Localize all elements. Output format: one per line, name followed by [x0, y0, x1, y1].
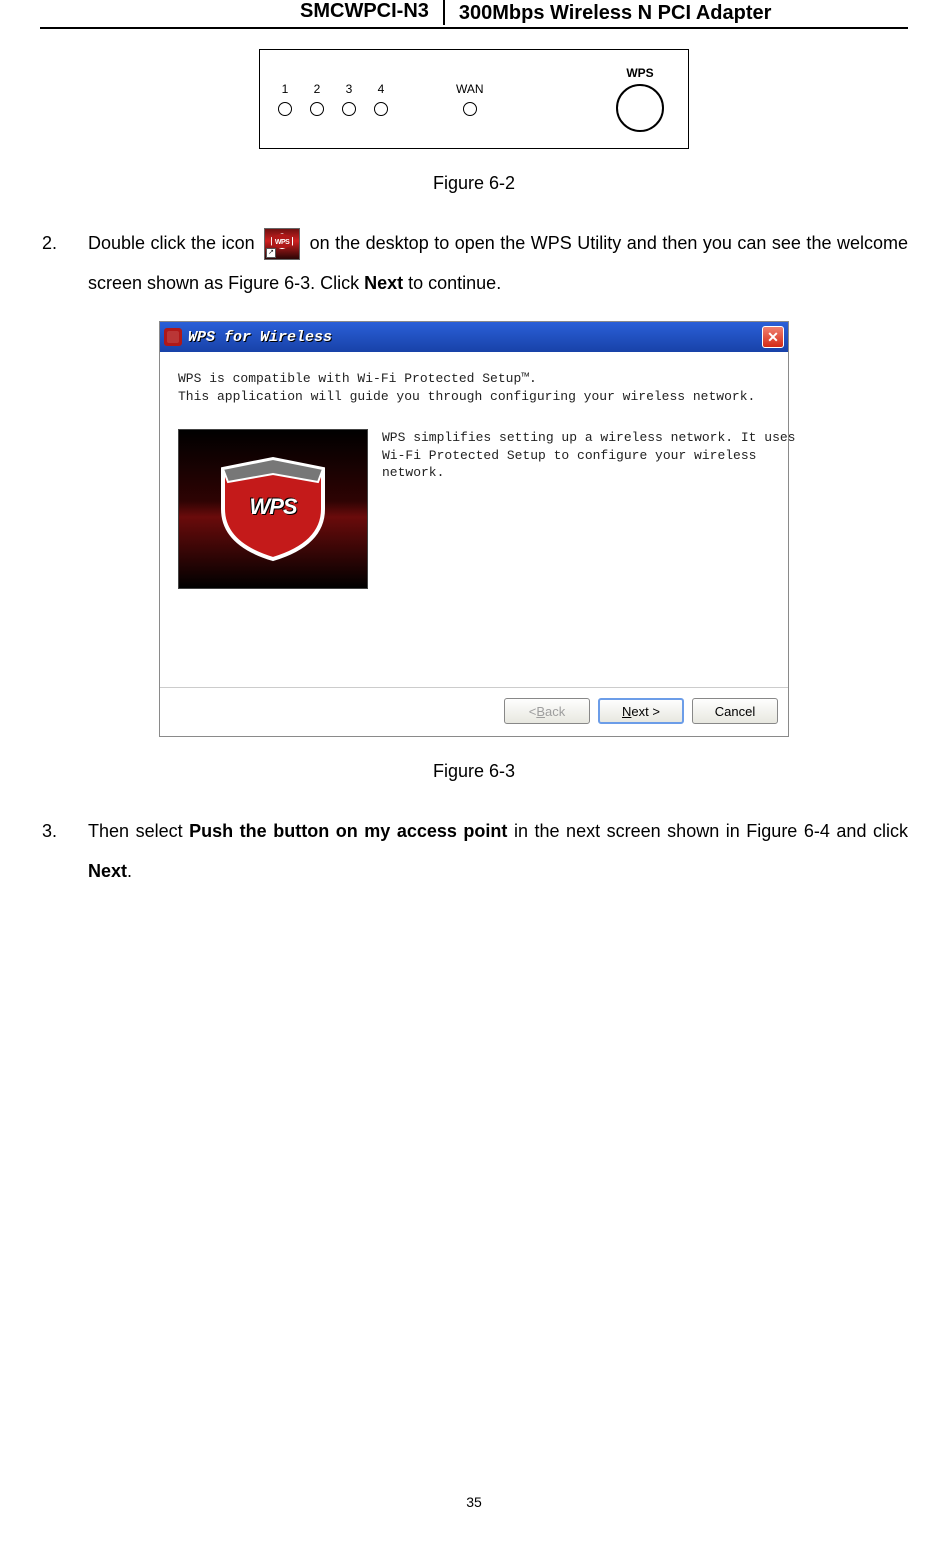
close-icon: ✕ — [767, 329, 779, 346]
back-button-suffix: ack — [545, 704, 565, 719]
figure-6-2-caption: Figure 6-2 — [40, 173, 908, 194]
cancel-button[interactable]: Cancel — [692, 698, 778, 724]
port-wan-label: WAN — [456, 82, 484, 96]
step-3-bold-push: Push the button on my access point — [189, 821, 507, 841]
step-3-text-b: in the next screen shown in Figure 6-4 a… — [507, 821, 908, 841]
led-icon — [278, 102, 292, 116]
port-4-label: 4 — [378, 82, 385, 96]
header-product: 300Mbps Wireless N PCI Adapter — [459, 2, 772, 25]
next-button[interactable]: Next > — [598, 698, 684, 724]
back-button-underline: B — [536, 704, 545, 719]
step-2-text-a: Double click the icon — [88, 233, 260, 253]
port-2: 2 — [310, 82, 324, 116]
dialog-body: WPS is compatible with Wi-Fi Protected S… — [160, 352, 788, 687]
step-2-number: 2. — [42, 224, 57, 264]
wps-label: WPS — [626, 66, 653, 80]
step-3-bold-next: Next — [88, 861, 127, 881]
dialog-titlebar: WPS for Wireless ✕ — [160, 322, 788, 352]
dialog-body-line1: WPS simplifies setting up a wireless net… — [382, 429, 795, 447]
back-button[interactable]: < Back — [504, 698, 590, 724]
wps-button-group: WPS — [616, 66, 664, 132]
back-button-prefix: < — [529, 704, 537, 719]
dialog-button-row: < Back Next > Cancel — [160, 687, 788, 736]
next-button-underline: N — [622, 704, 631, 719]
wps-shield-graphic: WPS — [178, 429, 368, 589]
led-icon — [463, 102, 477, 116]
dialog-body-line2: Wi-Fi Protected Setup to configure your … — [382, 447, 795, 465]
step-3-text-a: Then select — [88, 821, 189, 841]
figure-router-panel: 1 2 3 4 WAN WPS — [259, 49, 689, 149]
step-2-text-c: to continue. — [403, 273, 501, 293]
shield-text: WPS — [213, 494, 333, 520]
close-button[interactable]: ✕ — [762, 326, 784, 348]
step-2: 2. Double click the icon WPS ↗ on the de… — [60, 224, 908, 303]
dialog-intro-line1: WPS is compatible with Wi-Fi Protected S… — [178, 370, 770, 388]
led-icon — [374, 102, 388, 116]
step-3: 3. Then select Push the button on my acc… — [60, 812, 908, 891]
page-header: SMCWPCI-N3 300Mbps Wireless N PCI Adapte… — [40, 0, 908, 29]
wps-hardware-button-icon — [616, 84, 664, 132]
step-2-bold-next: Next — [364, 273, 403, 293]
port-3-label: 3 — [346, 82, 353, 96]
port-2-label: 2 — [314, 82, 321, 96]
port-1-label: 1 — [282, 82, 289, 96]
figure-6-3-caption: Figure 6-3 — [40, 761, 908, 782]
dialog-intro-line2: This application will guide you through … — [178, 388, 770, 406]
port-4: 4 — [374, 82, 388, 116]
app-icon — [164, 328, 182, 346]
cancel-button-label: Cancel — [715, 704, 755, 719]
led-icon — [310, 102, 324, 116]
step-3-number: 3. — [42, 812, 57, 852]
dialog-title: WPS for Wireless — [188, 329, 762, 346]
shortcut-arrow-icon: ↗ — [266, 248, 276, 258]
header-model: SMCWPCI-N3 — [300, 0, 429, 25]
wps-desktop-icon: WPS ↗ — [264, 228, 300, 260]
step-3-text-c: . — [127, 861, 132, 881]
port-1: 1 — [278, 82, 292, 116]
next-button-suffix: ext > — [631, 704, 660, 719]
header-divider — [443, 0, 445, 25]
dialog-body-line3: network. — [382, 464, 795, 482]
port-3: 3 — [342, 82, 356, 116]
port-wan: WAN — [456, 82, 484, 116]
page-number: 35 — [0, 1494, 948, 1510]
dialog-content-text: WPS simplifies setting up a wireless net… — [382, 429, 795, 589]
figure-wps-dialog: WPS for Wireless ✕ WPS is compatible wit… — [159, 321, 789, 737]
led-icon — [342, 102, 356, 116]
